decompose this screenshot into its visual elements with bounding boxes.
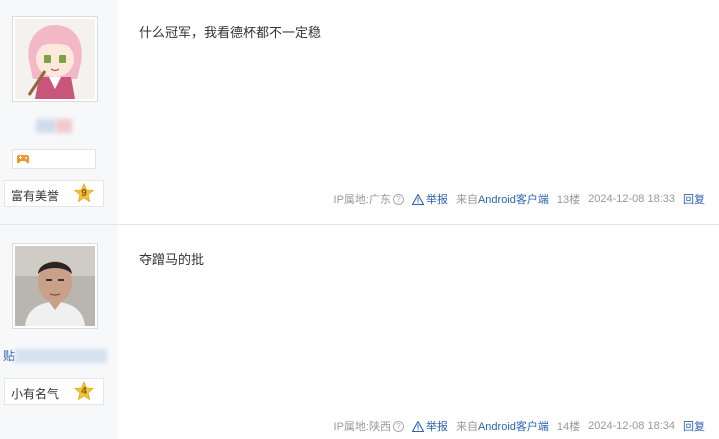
floor-number: 14楼: [556, 421, 581, 433]
user-badge-slot[interactable]: [12, 149, 96, 169]
from-prefix: 来自: [455, 421, 478, 433]
client-source: 来自Android客户端: [456, 418, 549, 434]
question-circle-icon[interactable]: ?: [392, 193, 404, 205]
reply-button[interactable]: 回复: [683, 191, 705, 207]
report-label: 举报: [425, 194, 448, 206]
client-source: 来自Android客户端: [456, 191, 549, 207]
report-button[interactable]: 举报: [411, 418, 448, 434]
level-title: 富有美誉: [11, 189, 60, 203]
warning-triangle-icon: [411, 193, 424, 205]
post-divider: [0, 224, 719, 225]
level-number: 4: [81, 386, 87, 397]
from-prefix: 来自: [455, 194, 478, 206]
ip-location: IP属地:广东 ?: [334, 191, 404, 207]
post-meta-bar: IP属地:陕西 ? 举报 来自Android客户端 14楼 2024-12-08…: [334, 418, 705, 434]
game-controller-icon: [17, 155, 29, 164]
post-meta-bar: IP属地:广东 ? 举报 来自Android客户端 13楼 2024-12-08…: [334, 191, 705, 207]
reply-button[interactable]: 回复: [683, 418, 705, 434]
ip-location-text: IP属地:广东: [333, 194, 391, 206]
post-timestamp: 2024-12-08 18:33: [588, 193, 675, 205]
user-avatar[interactable]: [12, 16, 98, 102]
post-content-text: 什么冠军，我看德杯都不一定稳: [139, 25, 322, 40]
photo-avatar-image: [15, 246, 95, 326]
ip-location-text: IP属地:陕西: [333, 421, 391, 433]
level-title: 小有名气: [11, 387, 60, 401]
username-visible-prefix: 贴: [3, 349, 16, 363]
anime-avatar-image: [15, 19, 95, 99]
question-circle-icon[interactable]: ?: [392, 420, 404, 432]
post-content-text: 夺蹭马的批: [139, 252, 205, 267]
client-link[interactable]: Android客户端: [478, 421, 549, 433]
level-number: 9: [81, 188, 87, 199]
client-link[interactable]: Android客户端: [478, 194, 549, 206]
username-blurred[interactable]: 贴: [3, 347, 107, 363]
report-button[interactable]: 举报: [411, 191, 448, 207]
ip-location: IP属地:陕西 ?: [334, 418, 404, 434]
floor-number: 13楼: [556, 194, 581, 206]
report-label: 举报: [425, 421, 448, 433]
post-timestamp: 2024-12-08 18:34: [588, 420, 675, 432]
user-avatar[interactable]: [12, 243, 98, 329]
username-blurred[interactable]: [36, 118, 72, 134]
user-level-box[interactable]: 富有美誉 9: [4, 180, 104, 207]
user-level-box[interactable]: 小有名气 4: [4, 378, 104, 405]
warning-triangle-icon: [411, 420, 424, 432]
